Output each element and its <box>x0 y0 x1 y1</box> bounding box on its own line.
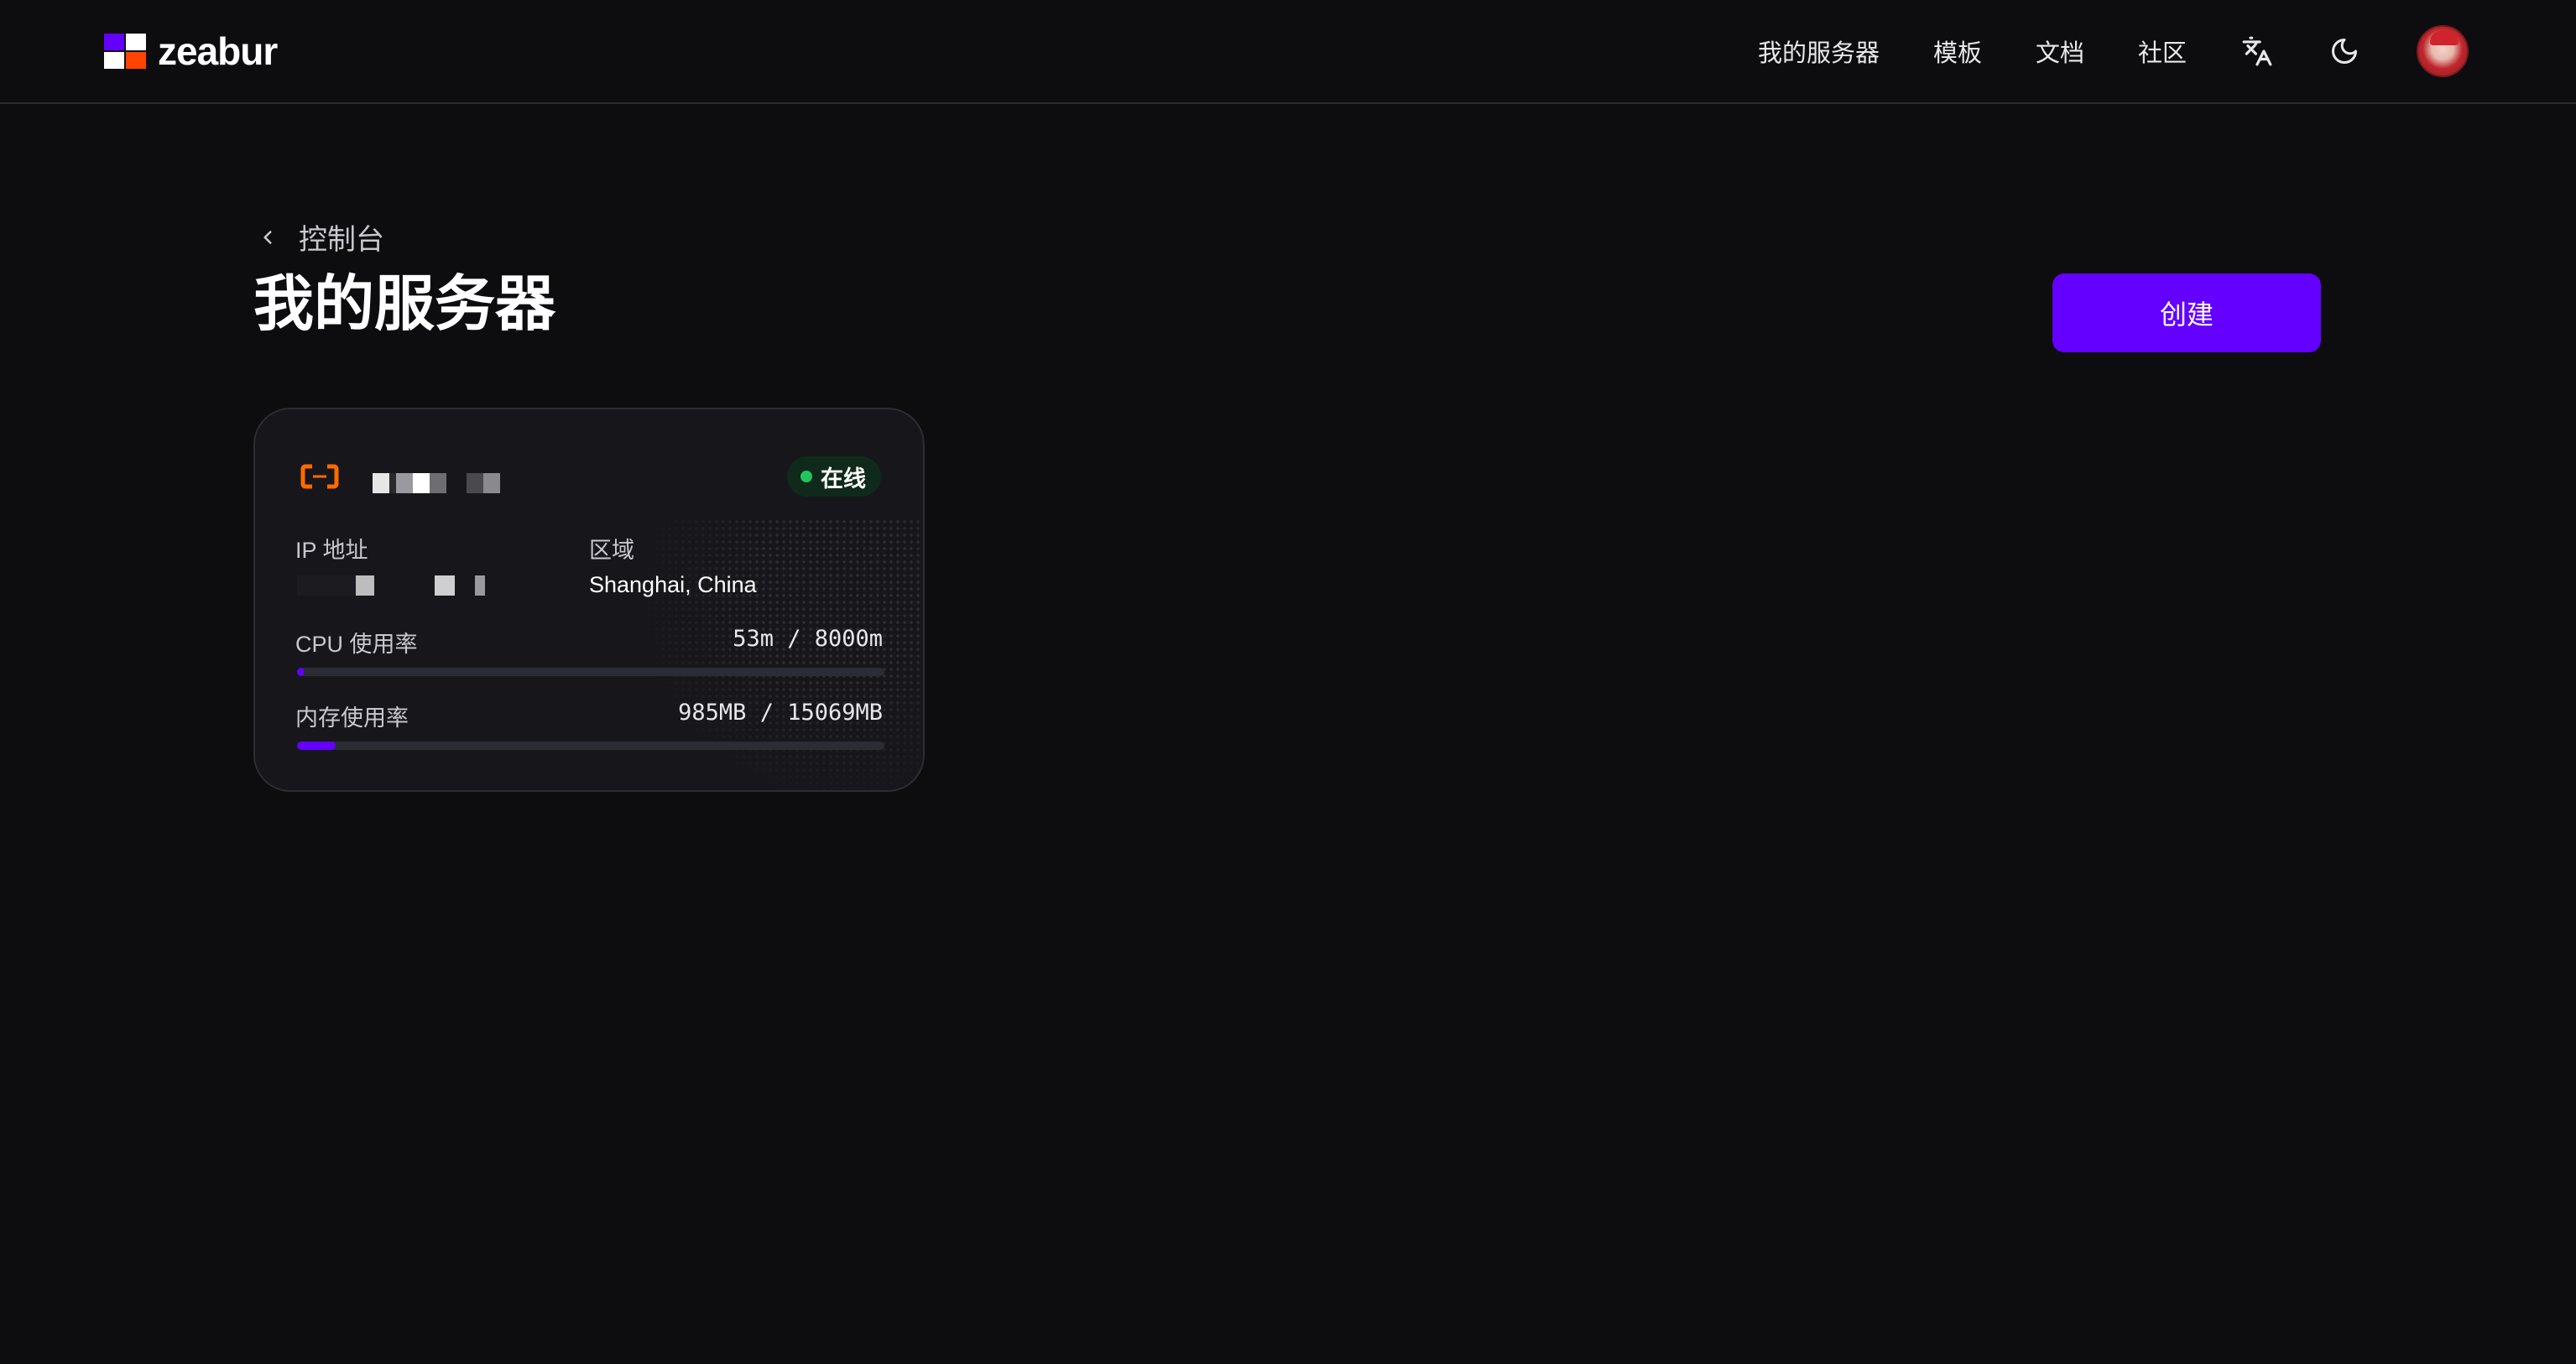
memory-label: 内存使用率 <box>295 705 409 731</box>
memory-usage-bar <box>297 742 884 750</box>
nav-docs[interactable]: 文档 <box>2036 34 2084 69</box>
page-title: 我的服务器 <box>253 271 556 338</box>
nav-my-servers[interactable]: 我的服务器 <box>1758 34 1880 69</box>
online-dot-icon <box>800 471 812 482</box>
breadcrumb-label: 控制台 <box>299 224 384 256</box>
cpu-label: CPU 使用率 <box>295 632 418 657</box>
breadcrumb-back-link[interactable]: 控制台 <box>257 216 384 258</box>
translate-icon[interactable] <box>2240 34 2274 68</box>
user-avatar[interactable] <box>2417 25 2469 77</box>
ip-address-redacted <box>297 575 485 596</box>
brand-name: zeabur <box>158 29 278 73</box>
nav-community[interactable]: 社区 <box>2138 34 2187 69</box>
zeabur-logo[interactable]: zeabur <box>104 29 278 73</box>
create-button[interactable]: 创建 <box>2052 273 2321 352</box>
aliyun-icon <box>300 464 339 489</box>
status-badge: 在线 <box>787 456 881 497</box>
memory-value: 985MB / 15069MB <box>678 700 883 726</box>
region-value: Shanghai, China <box>589 572 757 597</box>
zeabur-logo-mark-icon <box>104 34 146 69</box>
nav-menu: 我的服务器 模板 文档 社区 <box>1758 22 2469 81</box>
cpu-usage-fill <box>297 668 305 676</box>
memory-usage-fill <box>297 742 336 750</box>
nav-templates[interactable]: 模板 <box>1933 34 1982 69</box>
cpu-value: 53m / 8000m <box>733 626 883 652</box>
chevron-left-icon <box>263 230 272 244</box>
server-name-redacted <box>373 473 500 493</box>
cpu-usage-bar <box>297 668 884 676</box>
top-navbar: zeabur 我的服务器 模板 文档 社区 <box>0 0 2576 104</box>
ip-label: IP 地址 <box>295 538 368 563</box>
moon-icon[interactable] <box>2328 34 2361 68</box>
status-label: 在线 <box>821 466 866 492</box>
server-card[interactable]: 在线 IP 地址 区域 Shanghai, China CPU 使用率 53m … <box>253 408 925 792</box>
region-label: 区域 <box>589 538 634 563</box>
world-map-dots <box>646 518 923 790</box>
